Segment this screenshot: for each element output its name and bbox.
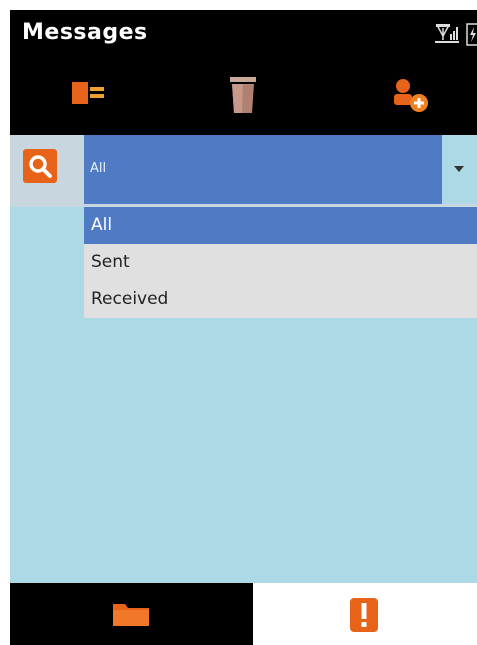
filter-dropdown-toggle[interactable] (442, 135, 477, 204)
move-to-folder-icon (72, 82, 104, 104)
dropdown-option-sent[interactable]: Sent (84, 244, 477, 281)
add-contact-icon (394, 79, 428, 112)
app-screen: Messages All All Sent Received (10, 10, 477, 645)
filter-select-value: All (90, 161, 107, 176)
toolbar (10, 63, 477, 135)
trash-icon (230, 77, 256, 113)
signal-icon (435, 24, 459, 43)
alert-icon (350, 598, 378, 632)
tab-folders[interactable] (10, 583, 253, 645)
move-to-folder-button[interactable] (58, 73, 118, 123)
search-button[interactable] (23, 149, 57, 183)
page-title: Messages (22, 20, 148, 45)
filter-row: All (10, 135, 477, 207)
delete-button[interactable] (213, 73, 273, 123)
bottom-tab-bar (10, 583, 477, 645)
dropdown-option-received[interactable]: Received (84, 281, 477, 318)
add-contact-button[interactable] (380, 73, 440, 123)
filter-select[interactable]: All (84, 135, 442, 204)
battery-icon (466, 23, 477, 46)
search-icon (29, 155, 52, 178)
filter-dropdown-list: All Sent Received (84, 207, 477, 318)
dropdown-option-all[interactable]: All (84, 207, 477, 244)
title-bar: Messages (10, 10, 477, 63)
folder-icon (113, 604, 149, 626)
tab-alerts[interactable] (253, 583, 477, 645)
chevron-down-icon (454, 166, 464, 172)
